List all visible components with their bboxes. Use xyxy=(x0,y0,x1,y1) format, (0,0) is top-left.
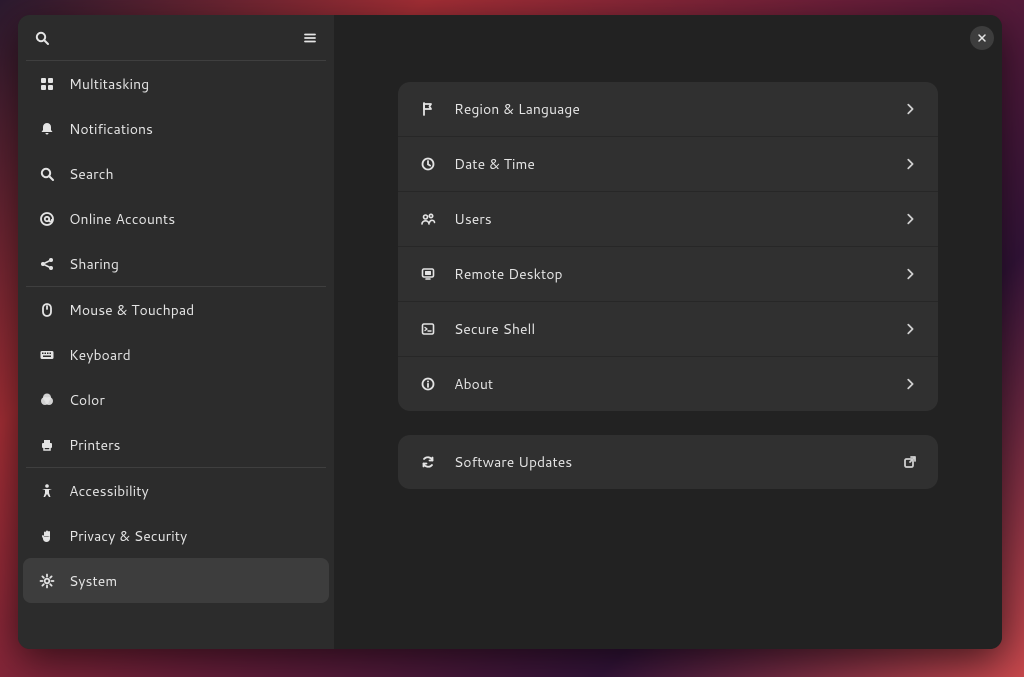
sidebar-item-label: Online Accounts xyxy=(69,209,175,229)
system-row-label: Software Updates xyxy=(454,452,902,472)
system-row-label: Date & Time xyxy=(454,154,902,174)
sidebar: Multitasking Notifications Search Online… xyxy=(18,15,334,649)
mouse-icon xyxy=(37,300,57,320)
sidebar-item-multitasking[interactable]: Multitasking xyxy=(23,61,329,106)
info-icon xyxy=(418,374,438,394)
sidebar-item-label: Printers xyxy=(69,435,121,455)
sidebar-item-label: Search xyxy=(69,164,114,184)
system-row-label: Region & Language xyxy=(454,99,902,119)
main-panel: Region & Language Date & Time Users Remo… xyxy=(334,15,1002,649)
chevron-right-icon xyxy=(902,266,918,282)
sidebar-item-label: Notifications xyxy=(69,119,153,139)
body-icon xyxy=(37,481,57,501)
sidebar-item-label: Keyboard xyxy=(69,345,131,365)
main-header xyxy=(334,15,1002,60)
system-row-users[interactable]: Users xyxy=(398,192,938,247)
clock-icon xyxy=(418,154,438,174)
terminal-icon xyxy=(418,319,438,339)
refresh-icon xyxy=(418,452,438,472)
search-icon xyxy=(32,28,52,48)
menu-button[interactable] xyxy=(294,22,326,54)
system-row-about[interactable]: About xyxy=(398,357,938,411)
system-row-updates[interactable]: Software Updates xyxy=(398,435,938,489)
chevron-right-icon xyxy=(902,101,918,117)
sidebar-item-online[interactable]: Online Accounts xyxy=(23,196,329,241)
system-row-label: About xyxy=(454,374,902,394)
at-icon xyxy=(37,209,57,229)
system-row-label: Remote Desktop xyxy=(454,264,902,284)
system-row-region[interactable]: Region & Language xyxy=(398,82,938,137)
sidebar-item-label: System xyxy=(69,571,117,591)
sidebar-item-label: Accessibility xyxy=(69,481,149,501)
close-button[interactable] xyxy=(970,26,994,50)
sidebar-item-printers[interactable]: Printers xyxy=(23,422,329,467)
chevron-right-icon xyxy=(902,211,918,227)
settings-window: Multitasking Notifications Search Online… xyxy=(18,15,1002,649)
main-content: Region & Language Date & Time Users Remo… xyxy=(334,60,1002,649)
search-button[interactable] xyxy=(26,22,58,54)
share-icon xyxy=(37,254,57,274)
system-row-datetime[interactable]: Date & Time xyxy=(398,137,938,192)
hamburger-icon xyxy=(300,28,320,48)
sidebar-item-system[interactable]: System xyxy=(23,558,329,603)
hand-icon xyxy=(37,526,57,546)
sidebar-item-search[interactable]: Search xyxy=(23,151,329,196)
system-row-secure[interactable]: Secure Shell xyxy=(398,302,938,357)
chevron-right-icon xyxy=(902,376,918,392)
chevron-right-icon xyxy=(902,321,918,337)
close-icon xyxy=(976,32,988,44)
sidebar-item-mouse[interactable]: Mouse & Touchpad xyxy=(23,287,329,332)
system-rows-group: Region & Language Date & Time Users Remo… xyxy=(398,82,938,411)
sidebar-item-notifications[interactable]: Notifications xyxy=(23,106,329,151)
printer-icon xyxy=(37,435,57,455)
sidebar-item-privacy[interactable]: Privacy & Security xyxy=(23,513,329,558)
chevron-right-icon xyxy=(902,156,918,172)
sidebar-header xyxy=(18,15,334,60)
sidebar-item-label: Multitasking xyxy=(69,74,149,94)
sidebar-item-keyboard[interactable]: Keyboard xyxy=(23,332,329,377)
system-row-remote[interactable]: Remote Desktop xyxy=(398,247,938,302)
people-icon xyxy=(418,209,438,229)
sidebar-item-sharing[interactable]: Sharing xyxy=(23,241,329,286)
sidebar-item-label: Privacy & Security xyxy=(69,526,187,546)
bell-icon xyxy=(37,119,57,139)
sidebar-list: Multitasking Notifications Search Online… xyxy=(18,60,334,649)
sidebar-item-color[interactable]: Color xyxy=(23,377,329,422)
flag-icon xyxy=(418,99,438,119)
gear-icon xyxy=(37,571,57,591)
system-row-label: Secure Shell xyxy=(454,319,902,339)
external-link-icon xyxy=(902,454,918,470)
sidebar-item-label: Color xyxy=(69,390,105,410)
overlap-icon xyxy=(37,390,57,410)
sidebar-item-label: Sharing xyxy=(69,254,119,274)
grid-icon xyxy=(37,74,57,94)
system-row-label: Users xyxy=(454,209,902,229)
remote-icon xyxy=(418,264,438,284)
keyboard-icon xyxy=(37,345,57,365)
search-icon xyxy=(37,164,57,184)
sidebar-item-accessibility[interactable]: Accessibility xyxy=(23,468,329,513)
sidebar-item-label: Mouse & Touchpad xyxy=(69,300,194,320)
system-updates-group: Software Updates xyxy=(398,435,938,489)
